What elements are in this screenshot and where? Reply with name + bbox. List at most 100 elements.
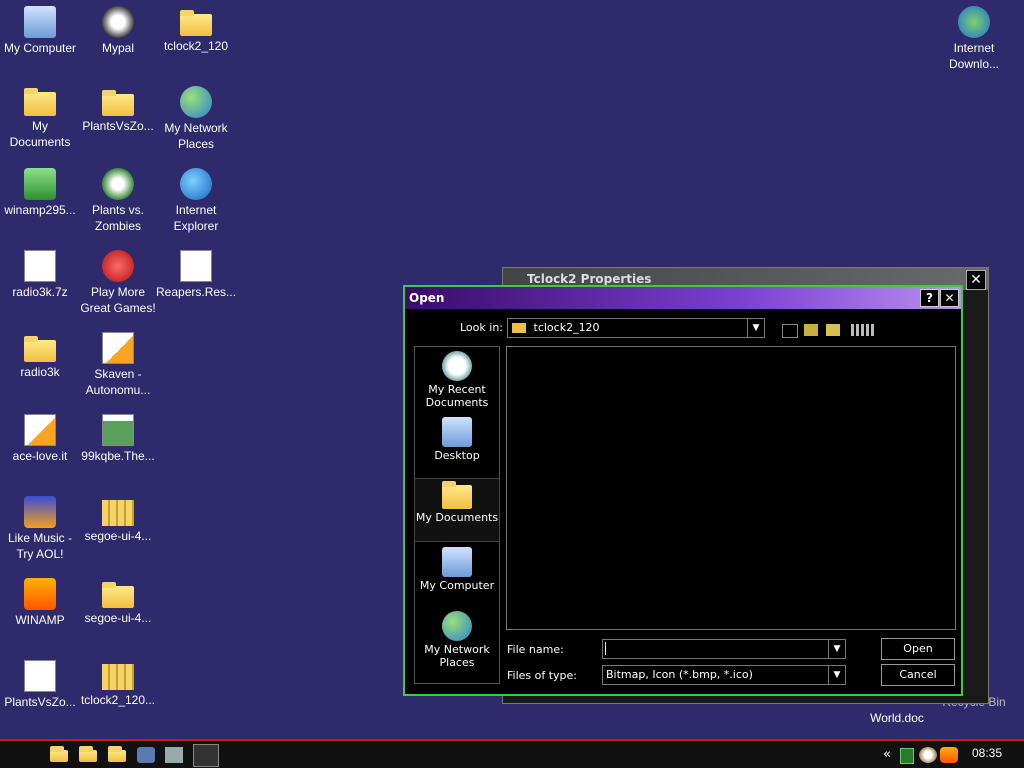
close-button[interactable]: ✕ bbox=[940, 289, 959, 307]
look-in-combo[interactable]: tclock2_120 ▼ bbox=[507, 318, 765, 338]
desktop-icon-aol-music[interactable]: Like Music - Try AOL! bbox=[0, 496, 80, 562]
desktop-icon-label: segoe-ui-4... bbox=[84, 611, 152, 625]
folder-icon bbox=[512, 323, 526, 333]
desktop-icon-plantsvszo-file[interactable]: PlantsVsZo... bbox=[0, 660, 80, 710]
desktop-icon-winamp[interactable]: WINAMP bbox=[0, 578, 80, 628]
desktop-icon-label: Play More Great Games! bbox=[80, 285, 156, 315]
desktop-icon-segoe-ui-folder[interactable]: segoe-ui-4... bbox=[78, 578, 158, 626]
quick-launch-explorer-icon[interactable] bbox=[108, 746, 126, 762]
desktop-icon-plants-vs-zombies[interactable]: Plants vs. Zombies bbox=[78, 168, 158, 234]
place-label: My Documents bbox=[415, 511, 499, 524]
desktop-icon-label: PlantsVsZo... bbox=[82, 119, 154, 133]
new-folder-icon[interactable] bbox=[826, 324, 840, 336]
file-name-label: File name: bbox=[507, 643, 564, 656]
archive-icon bbox=[24, 250, 56, 282]
quick-launch-folder-icon[interactable] bbox=[79, 746, 97, 762]
desktop-icon-label: WINAMP bbox=[15, 613, 65, 627]
desktop-icon-label: winamp295... bbox=[4, 203, 76, 217]
desktop-icon-radio3k[interactable]: radio3k bbox=[0, 332, 80, 380]
network-places-icon bbox=[442, 611, 472, 641]
place-label: My Network Places bbox=[424, 643, 490, 669]
desktop-icon-label: Internet Downlo... bbox=[948, 41, 1000, 71]
place-my-computer[interactable]: My Computer bbox=[415, 547, 499, 592]
close-icon: ✕ bbox=[970, 272, 982, 288]
file-list[interactable] bbox=[506, 346, 956, 630]
ie-icon bbox=[180, 168, 212, 200]
desktop-icon-label: My Network Places bbox=[164, 121, 228, 151]
desktop-icon-label: tclock2_120... bbox=[80, 693, 156, 707]
mypal-icon bbox=[102, 6, 134, 38]
desktop-icon-label: Reapers.Res... bbox=[156, 285, 237, 299]
desktop-icon-label: radio3k bbox=[20, 365, 60, 379]
chevron-down-icon[interactable]: ▼ bbox=[828, 640, 845, 658]
tray-network-icon[interactable] bbox=[900, 748, 914, 764]
chevron-down-icon[interactable]: ▼ bbox=[747, 319, 764, 337]
desktop-icon-plantsvszo[interactable]: PlantsVsZo... bbox=[78, 86, 158, 134]
desktop-icon-play-more-games[interactable]: Play More Great Games! bbox=[78, 250, 158, 316]
desktop-icon-winamp-installer[interactable]: winamp295... bbox=[0, 168, 80, 218]
views-menu-icon[interactable] bbox=[851, 324, 875, 336]
desktop-icon-internet-explorer[interactable]: Internet Explorer bbox=[156, 168, 236, 234]
zip-folder-icon bbox=[102, 664, 134, 690]
desktop-icon-internet-download[interactable]: Internet Downlo... bbox=[934, 6, 1014, 72]
desktop-icon-reapers[interactable]: Reapers.Res... bbox=[156, 250, 236, 300]
desktop-icon-ace-love[interactable]: ace-love.it bbox=[0, 414, 80, 464]
recent-documents-icon bbox=[442, 351, 472, 381]
desktop-icon-my-computer[interactable]: My Computer bbox=[0, 6, 80, 56]
open-button[interactable]: Open bbox=[881, 638, 955, 660]
winamp-file-icon bbox=[24, 414, 56, 446]
desktop-icon-label: Plants vs. Zombies bbox=[91, 203, 145, 233]
desktop-icon-segoe-ui-zip[interactable]: segoe-ui-4... bbox=[78, 496, 158, 544]
window-title: Tclock2 Properties bbox=[527, 272, 652, 286]
installer-icon bbox=[24, 168, 56, 200]
globe-icon bbox=[958, 6, 990, 38]
desktop-icon-mypal[interactable]: Mypal bbox=[78, 6, 158, 56]
task-button-tclock2[interactable] bbox=[193, 744, 219, 767]
place-label: My Recent Documents bbox=[425, 383, 489, 409]
tray-app-icon[interactable] bbox=[919, 747, 937, 763]
network-places-icon bbox=[180, 86, 212, 118]
files-of-type-select[interactable]: Bitmap, Icon (*.bmp, *.ico) ▼ bbox=[602, 665, 846, 685]
desktop-icon-label: Mypal bbox=[101, 41, 134, 55]
place-my-recent-documents[interactable]: My Recent Documents bbox=[415, 351, 499, 409]
up-folder-icon[interactable] bbox=[804, 324, 818, 336]
place-label: My Computer bbox=[419, 579, 495, 592]
desktop-icon-tclock2[interactable]: tclock2_120 bbox=[156, 6, 236, 54]
desktop-icon-my-documents[interactable]: My Documents bbox=[0, 86, 80, 150]
desktop-icon-label: World.doc bbox=[870, 711, 924, 725]
popcap-icon bbox=[102, 250, 134, 282]
place-my-documents[interactable]: My Documents bbox=[414, 478, 500, 542]
desktop-icon-skaven[interactable]: Skaven - Autonomu... bbox=[78, 332, 158, 398]
dialog-titlebar[interactable]: Open ? ✕ bbox=[405, 287, 961, 309]
places-bar: My Recent Documents Desktop My Documents… bbox=[414, 346, 500, 684]
desktop-icon-label: 99kqbe.The... bbox=[81, 449, 155, 463]
desktop-icon-world-doc[interactable]: World.doc bbox=[857, 710, 937, 726]
place-label: Desktop bbox=[434, 449, 480, 462]
close-button[interactable]: ✕ bbox=[966, 270, 986, 290]
desktop-icon-label: PlantsVsZo... bbox=[4, 695, 76, 709]
quick-launch-xm-icon[interactable] bbox=[137, 747, 155, 763]
desktop-icon-label: Skaven - Autonomu... bbox=[85, 367, 151, 397]
cancel-button[interactable]: Cancel bbox=[881, 664, 955, 686]
open-dialog: Open ? ✕ Look in: tclock2_120 ▼ My Recen… bbox=[403, 285, 963, 696]
desktop-icon-radio3k-7z[interactable]: radio3k.7z bbox=[0, 250, 80, 300]
quick-launch-computer-icon[interactable] bbox=[165, 747, 183, 763]
clock[interactable]: 08:35 bbox=[972, 746, 1002, 760]
my-computer-icon bbox=[24, 6, 56, 38]
place-desktop[interactable]: Desktop bbox=[415, 417, 499, 462]
file-name-input[interactable]: ▼ bbox=[602, 639, 846, 659]
tray-chevron-icon[interactable]: « bbox=[883, 747, 891, 762]
help-button[interactable]: ? bbox=[920, 289, 939, 307]
tray-winamp-icon[interactable] bbox=[940, 747, 958, 763]
image-file-icon bbox=[102, 414, 134, 446]
place-my-network-places[interactable]: My Network Places bbox=[415, 611, 499, 669]
quick-launch-folder-icon[interactable] bbox=[50, 746, 68, 762]
desktop-icon-my-network-places[interactable]: My Network Places bbox=[156, 86, 236, 152]
desktop-icon-tclock2-zip[interactable]: tclock2_120... bbox=[78, 660, 158, 708]
chevron-down-icon[interactable]: ▼ bbox=[828, 666, 845, 684]
back-icon[interactable] bbox=[782, 324, 798, 338]
desktop-icon-99kqbe[interactable]: 99kqbe.The... bbox=[78, 414, 158, 464]
desktop-icon-label: radio3k.7z bbox=[12, 285, 68, 299]
folder-icon bbox=[24, 336, 56, 362]
desktop-icon-label: Internet Explorer bbox=[173, 203, 219, 233]
